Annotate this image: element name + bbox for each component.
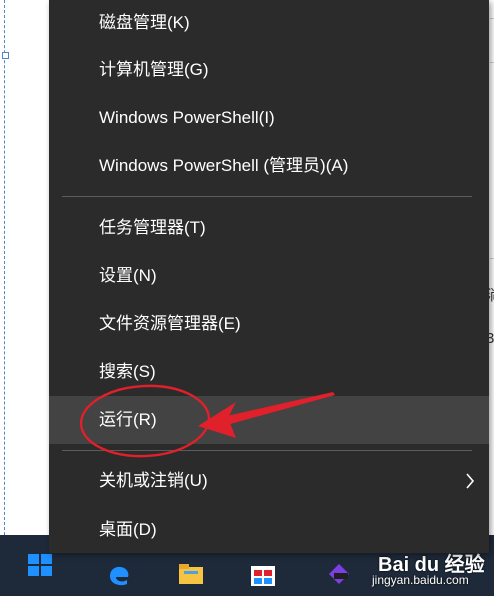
- menu-item-powershell[interactable]: Windows PowerShell(I): [49, 95, 489, 141]
- menu-item-run[interactable]: 运行(R): [49, 396, 489, 444]
- menu-item-task-manager[interactable]: 任务管理器(T): [49, 205, 489, 251]
- menu-item-label: 磁盘管理(K): [99, 13, 190, 32]
- store-icon[interactable]: [250, 562, 276, 586]
- menu-item-file-explorer[interactable]: 文件资源管理器(E): [49, 301, 489, 347]
- menu-separator: [62, 196, 472, 197]
- file-explorer-icon[interactable]: [178, 562, 204, 586]
- menu-item-label: 关机或注销(U): [99, 471, 208, 490]
- menu-item-label: 设置(N): [99, 266, 157, 285]
- menu-item-label: 计算机管理(G): [99, 60, 209, 79]
- menu-item-shutdown-signout[interactable]: 关机或注销(U): [49, 458, 489, 504]
- doc-rule: [490, 18, 494, 19]
- menu-item-desktop[interactable]: 桌面(D): [49, 507, 489, 553]
- doc-rule: [490, 62, 494, 63]
- menu-item-label: Windows PowerShell (管理员)(A): [99, 156, 349, 175]
- win-x-context-menu: 磁盘管理(K) 计算机管理(G) Windows PowerShell(I) W…: [49, 0, 489, 553]
- menu-separator: [62, 450, 472, 451]
- menu-item-label: 任务管理器(T): [99, 218, 206, 237]
- menu-item-computer-management[interactable]: 计算机管理(G): [49, 47, 489, 93]
- edge-icon[interactable]: [106, 562, 132, 586]
- menu-item-powershell-admin[interactable]: Windows PowerShell (管理员)(A): [49, 143, 489, 189]
- menu-item-label: 文件资源管理器(E): [99, 314, 241, 333]
- menu-item-label: Windows PowerShell(I): [99, 108, 275, 127]
- doc-rule: [490, 258, 494, 259]
- menu-item-settings[interactable]: 设置(N): [49, 253, 489, 299]
- menu-item-label: 搜索(S): [99, 362, 156, 381]
- menu-item-disk-management[interactable]: 磁盘管理(K): [49, 0, 489, 46]
- menu-item-label: 运行(R): [99, 410, 157, 429]
- app-icon[interactable]: [326, 562, 352, 586]
- resize-handle[interactable]: [2, 52, 9, 59]
- menu-item-label: 桌面(D): [99, 520, 157, 539]
- baidu-watermark-url: jingyan.baidu.com: [372, 573, 469, 587]
- chevron-right-icon: [466, 473, 475, 489]
- screen: 淌 3 Bai du 经验 jingyan.baidu.com 磁盘管理(K) …: [0, 0, 494, 596]
- menu-item-search[interactable]: 搜索(S): [49, 349, 489, 395]
- selection-border-left: [4, 0, 5, 535]
- windows-logo-icon: [28, 554, 52, 576]
